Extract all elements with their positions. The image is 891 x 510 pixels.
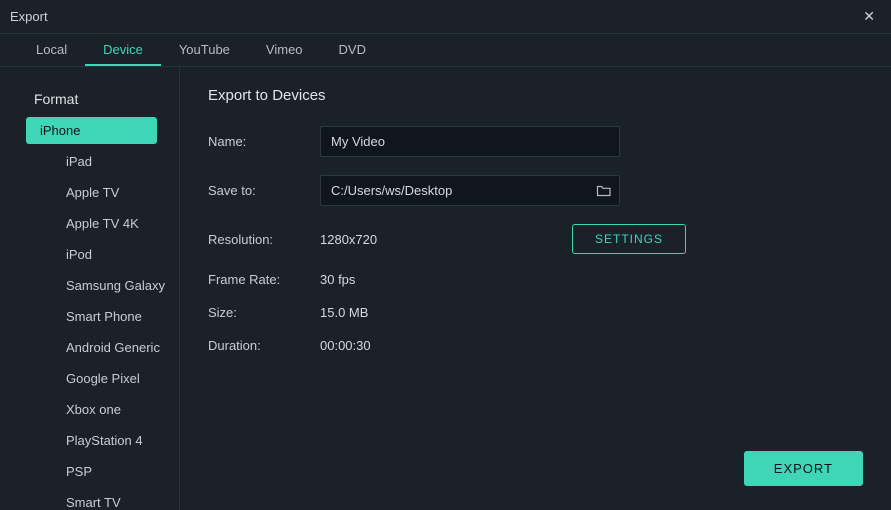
duration-value: 00:00:30 [320,338,371,353]
name-label: Name: [208,134,320,149]
saveto-label: Save to: [208,183,320,198]
saveto-input[interactable] [320,175,620,206]
main-panel: Export to Devices Name: Save to: Reso [180,67,891,510]
export-button[interactable]: EXPORT [744,451,863,486]
row-resolution: Resolution: 1280x720 SETTINGS [208,224,863,254]
settings-button[interactable]: SETTINGS [572,224,686,254]
body: Format iPhone iPad Apple TV Apple TV 4K … [0,67,891,510]
sidebar-heading: Format [0,85,179,117]
tab-label: Local [36,42,67,57]
format-label: iPod [66,247,92,262]
format-item-smart-tv[interactable]: Smart TV [26,489,169,510]
format-item-psp[interactable]: PSP [26,458,169,485]
row-size: Size: 15.0 MB [208,305,863,320]
row-name: Name: [208,126,863,157]
framerate-label: Frame Rate: [208,272,320,287]
format-item-samsung-galaxy[interactable]: Samsung Galaxy [26,272,169,299]
size-label: Size: [208,305,320,320]
tab-youtube[interactable]: YouTube [161,34,248,66]
format-item-ipod[interactable]: iPod [26,241,169,268]
format-item-xbox-one[interactable]: Xbox one [26,396,169,423]
export-window: Export ✕ Local Device YouTube Vimeo DVD … [0,0,891,510]
format-label: iPhone [40,123,80,138]
format-label: iPad [66,154,92,169]
tab-label: YouTube [179,42,230,57]
tabs: Local Device YouTube Vimeo DVD [0,33,891,67]
format-label: PSP [66,464,92,479]
close-icon[interactable]: ✕ [857,6,881,27]
tab-label: Device [103,42,143,57]
sidebar: Format iPhone iPad Apple TV Apple TV 4K … [0,67,180,510]
name-input[interactable] [320,126,620,157]
format-label: Xbox one [66,402,121,417]
row-framerate: Frame Rate: 30 fps [208,272,863,287]
format-item-google-pixel[interactable]: Google Pixel [26,365,169,392]
footer: EXPORT [744,451,863,486]
tab-device[interactable]: Device [85,34,161,66]
format-item-ipad[interactable]: iPad [26,148,169,175]
resolution-label: Resolution: [208,232,320,247]
format-label: Apple TV [66,185,119,200]
format-item-iphone[interactable]: iPhone [26,117,157,144]
window-title: Export [10,9,48,24]
format-label: PlayStation 4 [66,433,143,448]
tab-label: DVD [339,42,366,57]
duration-label: Duration: [208,338,320,353]
format-label: Samsung Galaxy [66,278,165,293]
format-label: Android Generic [66,340,160,355]
tab-vimeo[interactable]: Vimeo [248,34,321,66]
framerate-value: 30 fps [320,272,355,287]
row-duration: Duration: 00:00:30 [208,338,863,353]
format-label: Smart TV [66,495,121,510]
format-label: Google Pixel [66,371,140,386]
format-item-playstation-4[interactable]: PlayStation 4 [26,427,169,454]
resolution-value: 1280x720 [320,232,500,247]
format-item-smart-phone[interactable]: Smart Phone [26,303,169,330]
titlebar: Export ✕ [0,0,891,33]
saveto-wrap [320,175,620,206]
format-item-apple-tv[interactable]: Apple TV [26,179,169,206]
tab-dvd[interactable]: DVD [321,34,384,66]
format-item-apple-tv-4k[interactable]: Apple TV 4K [26,210,169,237]
main-title: Export to Devices [208,87,863,104]
size-value: 15.0 MB [320,305,368,320]
format-item-android-generic[interactable]: Android Generic [26,334,169,361]
format-label: Apple TV 4K [66,216,139,231]
tab-local[interactable]: Local [18,34,85,66]
row-saveto: Save to: [208,175,863,206]
tab-label: Vimeo [266,42,303,57]
format-label: Smart Phone [66,309,142,324]
